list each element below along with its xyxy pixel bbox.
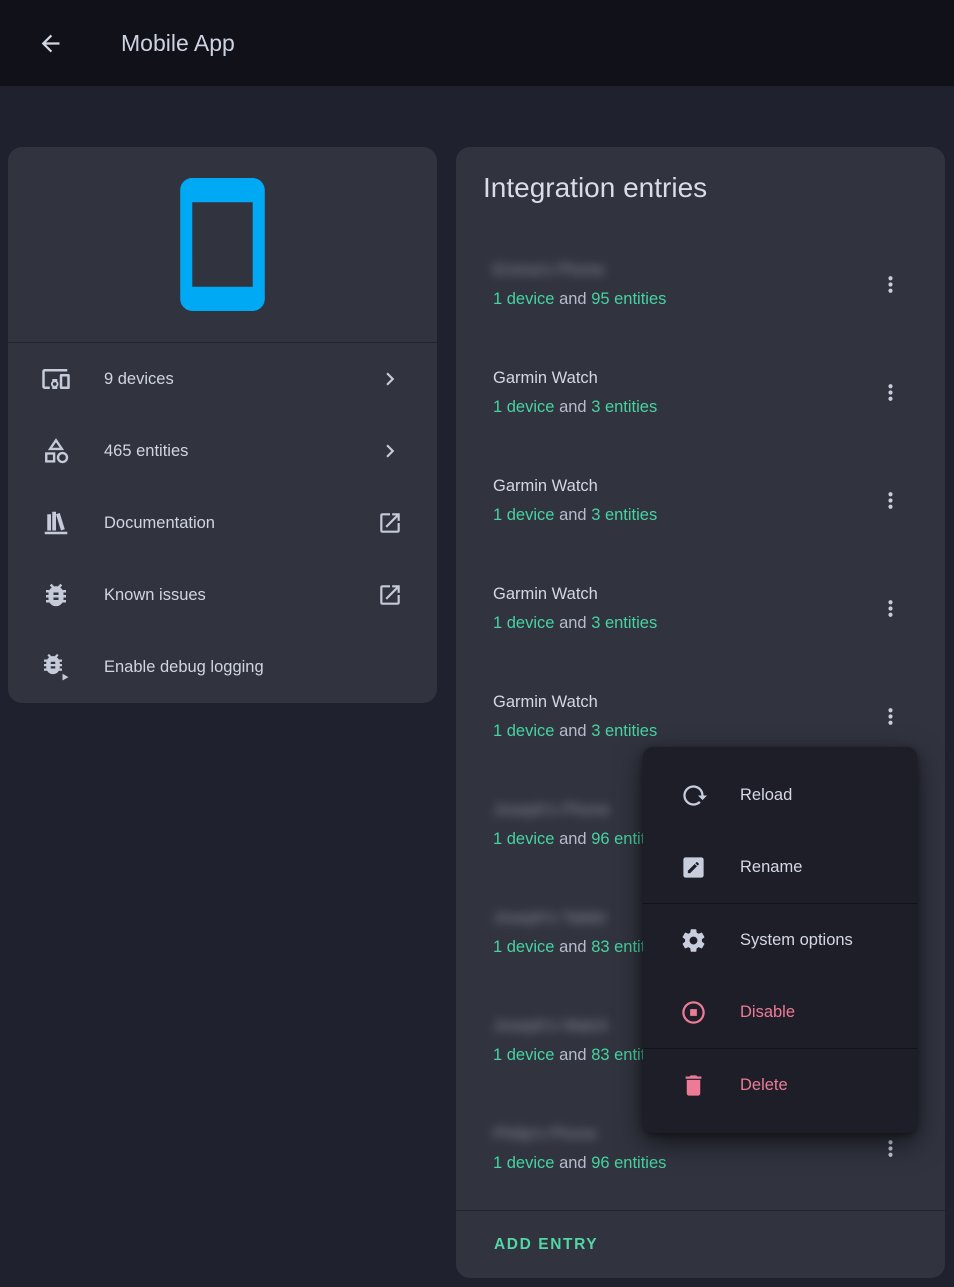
- devices-link[interactable]: 1 device: [493, 290, 554, 308]
- menu-item-label: Rename: [740, 858, 802, 877]
- info-row-debug-logging[interactable]: Enable debug logging: [8, 631, 437, 703]
- menu-item-label: Delete: [740, 1076, 788, 1095]
- stop-circle-icon: [680, 999, 707, 1026]
- back-button[interactable]: [36, 29, 64, 57]
- menu-item-label: Reload: [740, 786, 792, 805]
- entry-summary: 1 device and 95 entities: [493, 288, 868, 310]
- bug-play-icon: [41, 652, 71, 682]
- entries-card-title: Integration entries: [456, 147, 945, 206]
- integration-logo: [8, 147, 437, 343]
- devices-link[interactable]: 1 device: [493, 830, 554, 848]
- entities-link[interactable]: 96 entities: [591, 1154, 666, 1172]
- arrow-left-icon: [37, 30, 64, 57]
- entities-link[interactable]: 3 entities: [591, 614, 657, 632]
- entry-summary: 1 device and 3 entities: [493, 396, 868, 418]
- entry-name: Garmin Watch: [493, 475, 868, 497]
- menu-item-disable[interactable]: Disable: [643, 976, 917, 1048]
- integration-info-card: 9 devices 465 entities Documentation Kno…: [8, 147, 437, 703]
- shapes-icon: [41, 436, 71, 466]
- devices-link[interactable]: 1 device: [493, 614, 554, 632]
- conjunction-text: and: [559, 506, 587, 524]
- menu-item-label: Disable: [740, 1003, 795, 1022]
- devices-link[interactable]: 1 device: [493, 506, 554, 524]
- devices-count-label: 9 devices: [104, 370, 377, 389]
- menu-item-delete[interactable]: Delete: [643, 1049, 917, 1121]
- dots-vertical-icon: [878, 488, 903, 513]
- dots-vertical-icon: [878, 1136, 903, 1161]
- chevron-right-icon: [377, 366, 403, 392]
- debug-logging-label: Enable debug logging: [104, 658, 403, 677]
- menu-item-rename[interactable]: Rename: [643, 831, 917, 903]
- entry-row: Garmin Watch 1 device and 3 entities: [456, 338, 945, 446]
- entries-card-footer: ADD ENTRY: [456, 1210, 945, 1278]
- entry-menu-button[interactable]: [868, 586, 912, 630]
- info-row-entities[interactable]: 465 entities: [8, 415, 437, 487]
- conjunction-text: and: [559, 722, 587, 740]
- open-in-new-icon: [377, 582, 403, 608]
- conjunction-text: and: [559, 1046, 587, 1064]
- entry-menu-button[interactable]: [868, 478, 912, 522]
- documentation-label: Documentation: [104, 514, 377, 533]
- chevron-right-icon: [377, 438, 403, 464]
- entry-name: Garmin Watch: [493, 583, 868, 605]
- entry-menu-button[interactable]: [868, 694, 912, 738]
- entry-summary: 1 device and 3 entities: [493, 612, 868, 634]
- delete-icon: [680, 1072, 707, 1099]
- conjunction-text: and: [559, 290, 587, 308]
- entities-link[interactable]: 3 entities: [591, 506, 657, 524]
- devices-link[interactable]: 1 device: [493, 722, 554, 740]
- conjunction-text: and: [559, 1154, 587, 1172]
- entry-context-menu: Reload Rename System options Disable Del…: [643, 747, 917, 1133]
- app-bar: Mobile App: [0, 0, 954, 86]
- info-row-documentation[interactable]: Documentation: [8, 487, 437, 559]
- entry-name: Garmin Watch: [493, 691, 868, 713]
- menu-item-reload[interactable]: Reload: [643, 759, 917, 831]
- devices-link[interactable]: 1 device: [493, 1154, 554, 1172]
- entry-menu-button[interactable]: [868, 262, 912, 306]
- devices-link[interactable]: 1 device: [493, 938, 554, 956]
- dots-vertical-icon: [878, 704, 903, 729]
- pencil-box-icon: [680, 854, 707, 881]
- devices-icon: [41, 364, 71, 394]
- reload-icon: [680, 782, 707, 809]
- entry-name: Garmin Watch: [493, 367, 868, 389]
- bookshelf-icon: [41, 508, 71, 538]
- entry-summary: 1 device and 3 entities: [493, 720, 868, 742]
- dots-vertical-icon: [878, 272, 903, 297]
- conjunction-text: and: [559, 398, 587, 416]
- devices-link[interactable]: 1 device: [493, 398, 554, 416]
- entry-summary: 1 device and 3 entities: [493, 504, 868, 526]
- open-in-new-icon: [377, 510, 403, 536]
- entry-menu-button[interactable]: [868, 370, 912, 414]
- dots-vertical-icon: [878, 596, 903, 621]
- entities-link[interactable]: 3 entities: [591, 398, 657, 416]
- menu-item-system-options[interactable]: System options: [643, 904, 917, 976]
- cellphone-icon: [150, 172, 295, 317]
- entities-count-label: 465 entities: [104, 442, 377, 461]
- conjunction-text: and: [559, 614, 587, 632]
- known-issues-label: Known issues: [104, 586, 377, 605]
- conjunction-text: and: [559, 830, 587, 848]
- cog-icon: [680, 927, 707, 954]
- add-entry-button[interactable]: ADD ENTRY: [494, 1236, 598, 1254]
- entities-link[interactable]: 95 entities: [591, 290, 666, 308]
- info-row-devices[interactable]: 9 devices: [8, 343, 437, 415]
- entry-row: Garmin Watch 1 device and 3 entities: [456, 554, 945, 662]
- conjunction-text: and: [559, 938, 587, 956]
- info-row-known-issues[interactable]: Known issues: [8, 559, 437, 631]
- entities-link[interactable]: 3 entities: [591, 722, 657, 740]
- dots-vertical-icon: [878, 380, 903, 405]
- entry-row: Emma's Phone 1 device and 95 entities: [456, 230, 945, 338]
- bug-icon: [41, 580, 71, 610]
- page-title: Mobile App: [121, 30, 235, 57]
- entry-summary: 1 device and 96 entities: [493, 1152, 868, 1174]
- menu-item-label: System options: [740, 931, 853, 950]
- devices-link[interactable]: 1 device: [493, 1046, 554, 1064]
- entry-row: Garmin Watch 1 device and 3 entities: [456, 446, 945, 554]
- entry-name-redacted: Emma's Phone: [493, 259, 868, 281]
